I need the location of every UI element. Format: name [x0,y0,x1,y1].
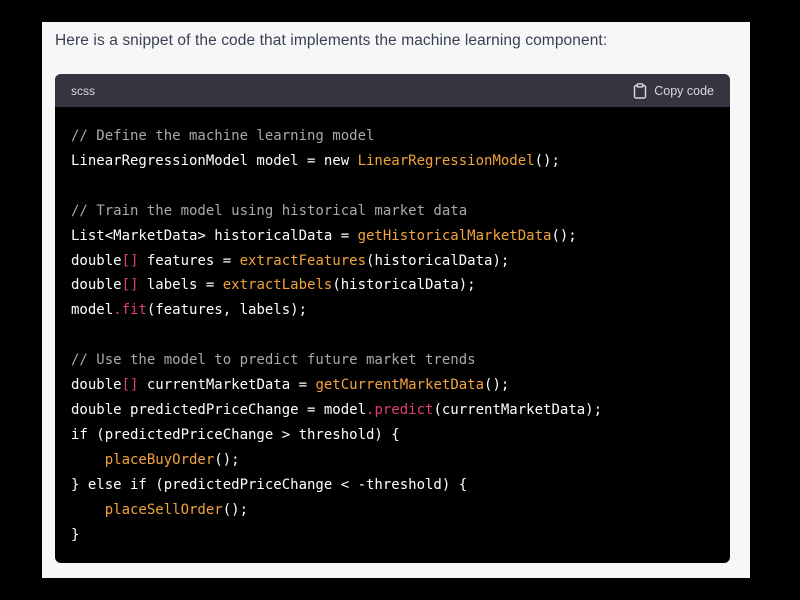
code-line: double[] labels = extractLabels(historic… [71,273,714,298]
code-token: .fit [113,302,147,319]
code-token: extractLabels [222,277,333,294]
code-token: (currentMarketData); [433,401,603,418]
code-token: // Train the model using historical mark… [71,202,468,219]
code-token: currentMarketData = [138,377,316,394]
code-token: double predictedPriceChange = model [71,401,367,418]
code-content[interactable]: // Define the machine learning model Line… [55,107,730,547]
code-token: labels = [138,277,223,294]
code-token: LinearRegressionModel [357,152,535,169]
code-token: (features, labels); [146,302,308,319]
code-line: placeSellOrder(); [71,498,714,523]
code-block-header: scss Copy code [55,74,730,107]
code-token: (historicalData); [332,277,476,294]
code-token: getCurrentMarketData [315,377,485,394]
code-token: (historicalData); [366,252,510,269]
code-token: (); [222,501,249,518]
code-line: if (predictedPriceChange > threshold) { [71,423,714,448]
code-token: if (predictedPriceChange > threshold) { [71,426,400,443]
code-token: double [71,252,122,269]
code-line: List<MarketData> historicalData = getHis… [71,224,714,249]
code-token: extractFeatures [239,252,367,269]
code-line: } [71,523,714,548]
code-token: placeBuyOrder [104,451,215,468]
code-line: // Define the machine learning model [71,124,714,149]
code-token: .predict [366,401,434,418]
code-token: (); [214,451,240,468]
message-intro-text: Here is a snippet of the code that imple… [55,32,608,49]
copy-code-button[interactable]: Copy code [633,82,714,99]
code-token: LinearRegressionModel model = new [71,152,358,169]
code-line: // Train the model using historical mark… [71,199,714,224]
code-token: [] [121,377,139,394]
clipboard-icon [633,82,647,99]
copy-code-label: Copy code [654,83,714,98]
code-token: model [71,302,114,319]
code-line: LinearRegressionModel model = new Linear… [71,149,714,174]
chat-message: Here is a snippet of the code that imple… [42,22,750,578]
code-token: getHistoricalMarketData [357,227,552,244]
code-line: placeBuyOrder(); [71,448,714,473]
code-line: model.fit(features, labels); [71,298,714,323]
code-token: double [71,377,122,394]
code-line: } else if (predictedPriceChange < -thres… [71,473,714,498]
code-token: double [71,277,122,294]
code-language-label: scss [71,83,95,98]
code-line: // Use the model to predict future marke… [71,348,714,373]
code-token: (); [484,377,510,394]
code-line: double predictedPriceChange = model.pred… [71,398,714,423]
code-token: } else if (predictedPriceChange < -thres… [71,476,468,493]
code-token: // Use the model to predict future marke… [71,352,476,369]
code-token: [] [121,277,139,294]
code-token: [] [121,252,139,269]
code-block: scss Copy code // Define the machine lea… [55,74,730,563]
code-token: placeSellOrder [104,501,223,518]
code-line: double[] features = extractFeatures(hist… [71,249,714,274]
code-token: (); [551,227,577,244]
code-token: // Define the machine learning model [71,128,375,144]
code-token: features = [138,252,240,269]
code-token: } [71,526,80,543]
code-line: double[] currentMarketData = getCurrentM… [71,373,714,398]
code-token: (); [534,152,560,169]
code-token: List<MarketData> historicalData = [71,227,358,244]
